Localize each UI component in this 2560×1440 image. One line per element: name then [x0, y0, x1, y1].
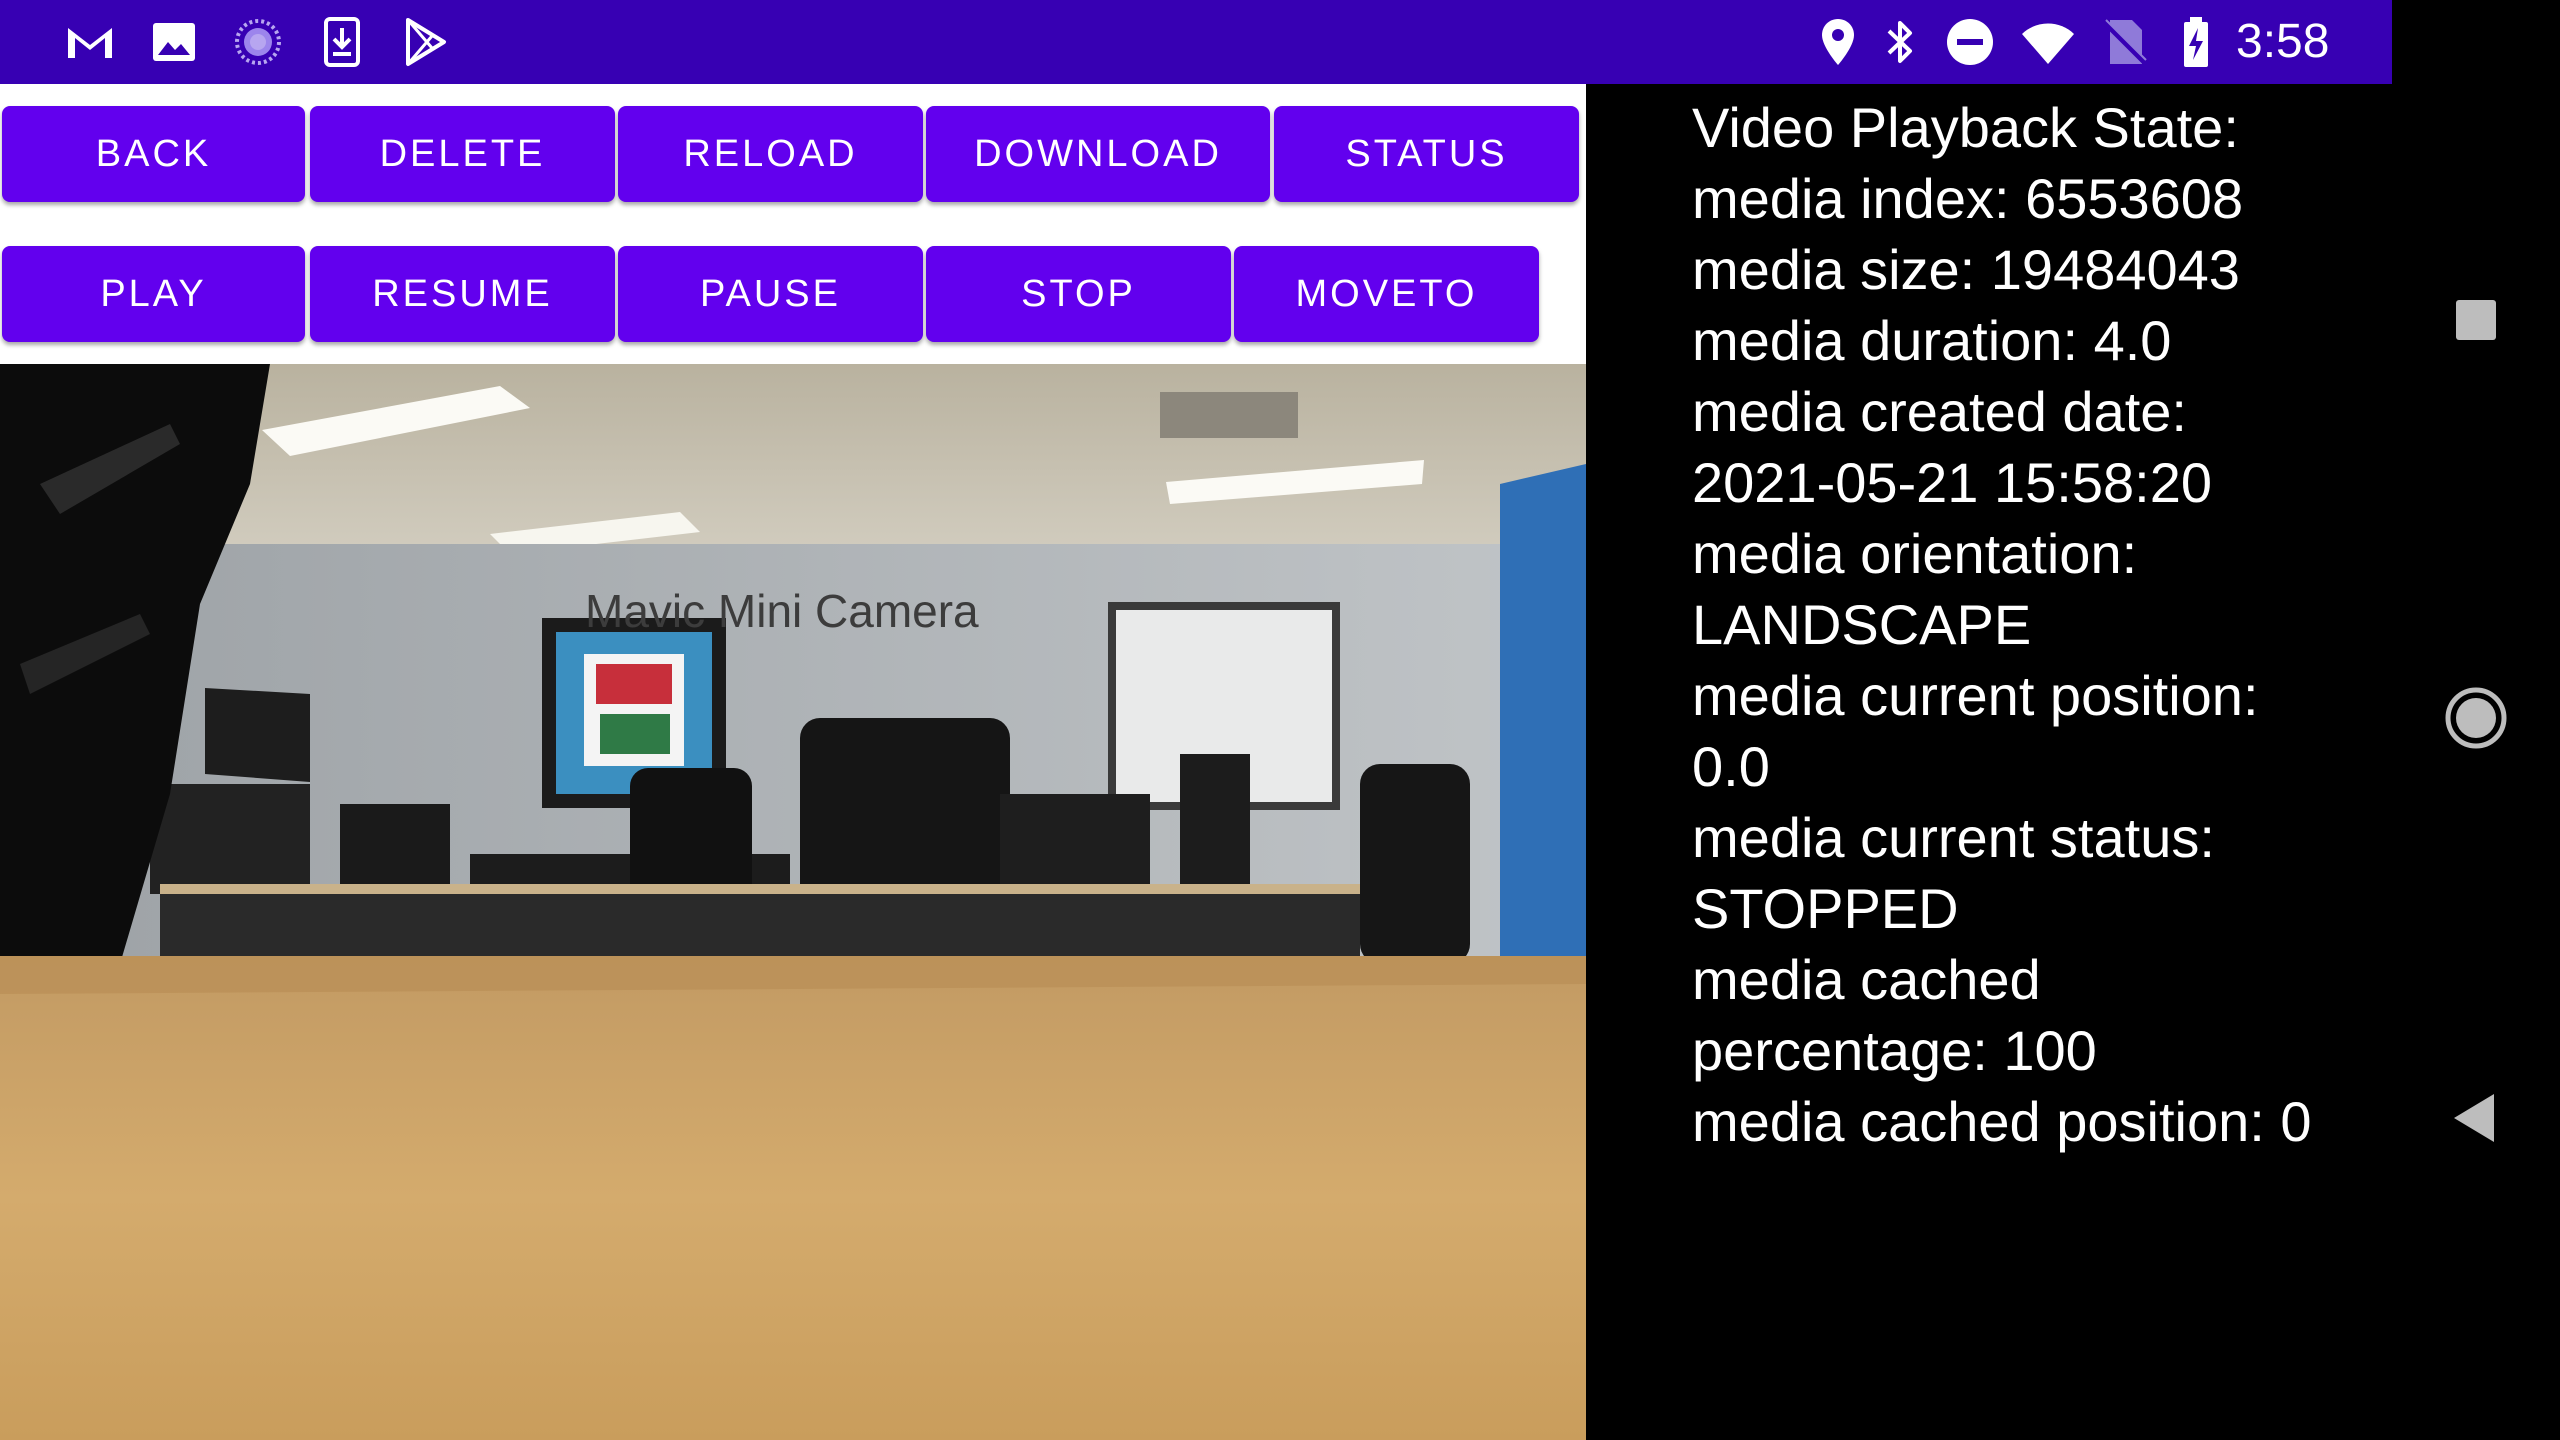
info-line: media cached position: 0 [1692, 1090, 2312, 1153]
pause-button[interactable]: PAUSE [618, 246, 923, 342]
playback-info: Video Playback State: media index: 65536… [1692, 92, 2392, 1157]
do-not-disturb-icon [1942, 14, 1998, 70]
status-button[interactable]: STATUS [1274, 106, 1579, 202]
info-line: media orientation: [1692, 522, 2138, 585]
reload-button[interactable]: RELOAD [618, 106, 923, 202]
info-line: media index: 6553608 [1692, 167, 2244, 230]
app-screen: 3:58 BACK DELETE RELOAD DOWNLOAD STATUS … [0, 0, 2560, 1440]
gallery-icon [146, 14, 202, 70]
square-icon [2456, 300, 2496, 340]
info-line: media duration: 4.0 [1692, 309, 2172, 372]
play-button[interactable]: PLAY [2, 246, 305, 342]
no-sim-icon [2096, 14, 2152, 70]
info-line: 0.0 [1692, 735, 1770, 798]
location-icon [1810, 14, 1866, 70]
camera-label: Mavic Mini Camera [585, 585, 979, 637]
info-line: Video Playback State: [1692, 96, 2239, 159]
back-button[interactable]: BACK [2, 106, 305, 202]
download-button[interactable]: DOWNLOAD [926, 106, 1270, 202]
back-nav-button[interactable] [2444, 1086, 2508, 1150]
home-button[interactable] [2444, 686, 2508, 750]
circle-icon [2445, 687, 2507, 749]
delete-button[interactable]: DELETE [310, 106, 615, 202]
triangle-back-icon [2454, 1094, 2494, 1142]
recents-button[interactable] [2444, 288, 2508, 352]
info-line: LANDSCAPE [1692, 593, 2032, 656]
status-bar: 3:58 [0, 0, 2392, 84]
info-line: media cached [1692, 948, 2041, 1011]
resume-button[interactable]: RESUME [310, 246, 615, 342]
info-line: media current status: [1692, 806, 2215, 869]
bluetooth-icon [1872, 14, 1928, 70]
sync-icon [230, 14, 286, 70]
battery-charging-icon [2168, 14, 2224, 70]
info-line: 2021-05-21 15:58:20 [1692, 451, 2212, 514]
play-store-icon [398, 14, 454, 70]
info-line: percentage: 100 [1692, 1019, 2097, 1082]
info-line: media created date: [1692, 380, 2187, 443]
moveto-button[interactable]: MOVETO [1234, 246, 1539, 342]
gmail-icon [62, 14, 118, 70]
download-icon [314, 14, 370, 70]
wifi-icon [2020, 14, 2076, 70]
camera-frame [0, 364, 1586, 1440]
info-line: STOPPED [1692, 877, 1959, 940]
info-line: media current position: [1692, 664, 2259, 727]
info-line: media size: 19484043 [1692, 238, 2240, 301]
stop-button[interactable]: STOP [926, 246, 1231, 342]
camera-view[interactable]: Mavic Mini Camera [0, 364, 1586, 1440]
status-time: 3:58 [2236, 15, 2330, 68]
